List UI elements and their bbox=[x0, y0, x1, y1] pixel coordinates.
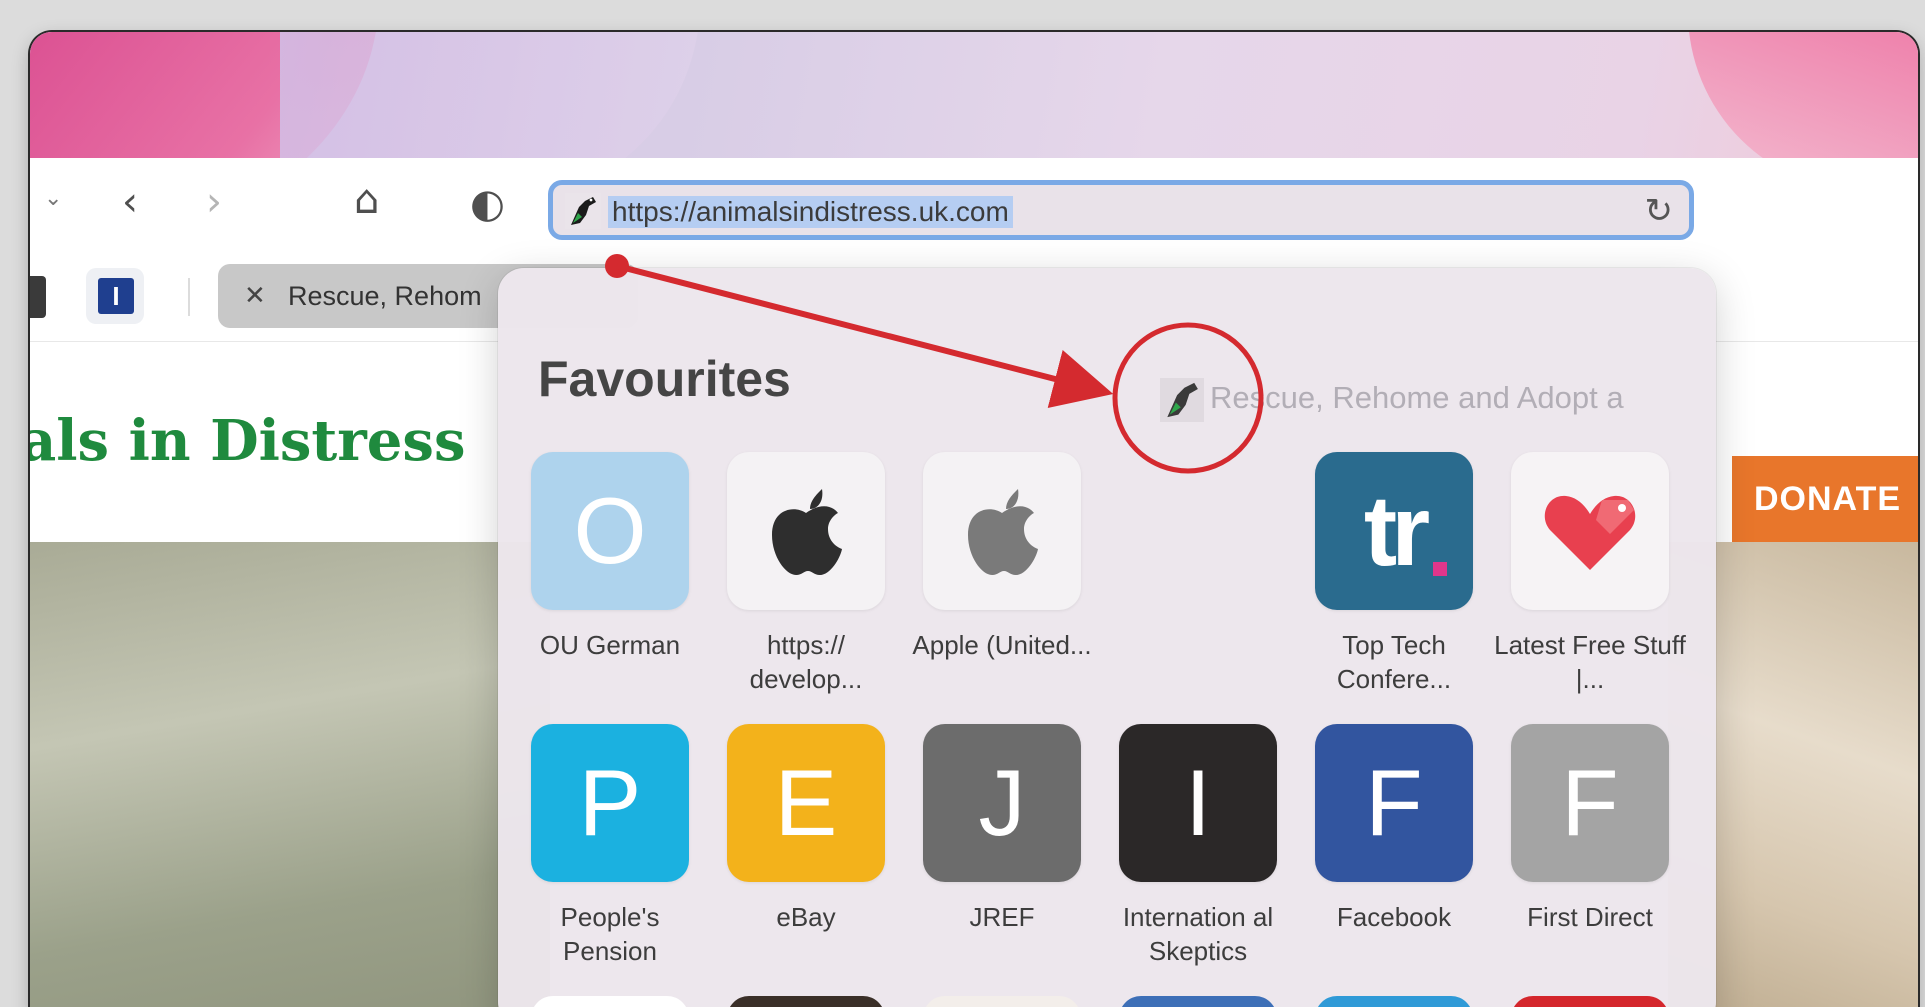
favourite-tile-partial[interactable] bbox=[727, 996, 885, 1007]
favourite-tile-apple-uk[interactable]: Apple (United... bbox=[904, 452, 1100, 662]
favourite-label: Top Tech Confere... bbox=[1336, 630, 1452, 694]
tab-title: Rescue, Rehom bbox=[288, 281, 482, 311]
favourite-label: OU German bbox=[539, 630, 681, 660]
favourite-label: JREF bbox=[969, 902, 1035, 932]
chevron-down-icon[interactable]: ⌄ bbox=[44, 188, 62, 210]
favourite-tile-ebay[interactable]: E eBay bbox=[708, 724, 904, 934]
apple-logo-icon bbox=[923, 452, 1081, 610]
favourite-label: https:// develop... bbox=[749, 630, 863, 694]
reload-icon[interactable]: ↻ bbox=[1645, 191, 1674, 231]
favourite-icon: P bbox=[531, 724, 689, 882]
favourite-tile-ou-german[interactable]: O OU German bbox=[512, 452, 708, 662]
favourite-label: Latest Free Stuff |... bbox=[1494, 630, 1686, 694]
privacy-shield-icon[interactable]: ◐ bbox=[470, 184, 505, 224]
tab-divider bbox=[188, 278, 190, 316]
address-bar[interactable]: https://animalsindistress.uk.com ↻ bbox=[548, 180, 1694, 240]
favourite-label: eBay bbox=[776, 902, 836, 932]
favourite-icon: O bbox=[531, 452, 689, 610]
close-tab-icon[interactable]: ✕ bbox=[244, 280, 266, 311]
site-favicon-icon bbox=[565, 193, 601, 229]
favourite-tile-partial[interactable] bbox=[1511, 996, 1669, 1007]
site-favicon-icon bbox=[1160, 378, 1204, 422]
favourite-label: Facebook bbox=[1336, 902, 1452, 932]
favourite-icon: E bbox=[727, 724, 885, 882]
favourite-tile-partial[interactable] bbox=[1315, 996, 1473, 1007]
pinned-tab[interactable]: I bbox=[86, 268, 144, 324]
favourite-tile-partial[interactable] bbox=[1119, 996, 1277, 1007]
favourite-label: First Direct bbox=[1527, 902, 1653, 932]
favourites-popup: Favourites Rescue, Rehome and Adopt a O … bbox=[498, 268, 1716, 1007]
forward-button[interactable]: › bbox=[206, 182, 222, 222]
apple-logo-icon bbox=[727, 452, 885, 610]
favourite-tile-peoples-pension[interactable]: P People's Pension bbox=[512, 724, 708, 968]
favourite-label: Internation al Skeptics bbox=[1122, 902, 1274, 966]
dragged-favourite[interactable]: Rescue, Rehome and Adopt a bbox=[1160, 378, 1624, 424]
favourite-tile-facebook[interactable]: F Facebook bbox=[1296, 724, 1492, 934]
heart-tag-icon bbox=[1511, 452, 1669, 610]
favourite-label: Apple (United... bbox=[912, 630, 1092, 660]
hero-image-left bbox=[30, 542, 550, 1007]
browser-toolbar: ⌄ ‹ › ⌂ ◐ https://animalsindistress.uk.c… bbox=[30, 158, 1918, 262]
favourite-tile-apple-developer[interactable]: https:// develop... bbox=[708, 452, 904, 696]
pinned-tab-icon: I bbox=[98, 278, 134, 314]
favourite-tile-international-skeptics[interactable]: I Internation al Skeptics bbox=[1100, 724, 1296, 968]
favourite-tile-partial[interactable] bbox=[923, 996, 1081, 1007]
favourite-icon: J bbox=[923, 724, 1081, 882]
donate-button[interactable]: DONATE bbox=[1732, 456, 1918, 544]
favourite-tile-first-direct[interactable]: F First Direct bbox=[1492, 724, 1688, 934]
favourite-tile-partial[interactable] bbox=[531, 996, 689, 1007]
tr-logo-icon: tr bbox=[1315, 452, 1473, 610]
favourite-tile-latest-free-stuff[interactable]: Latest Free Stuff |... bbox=[1492, 452, 1688, 696]
favourite-tile-jref[interactable]: J JREF bbox=[904, 724, 1100, 934]
favourite-icon: I bbox=[1119, 724, 1277, 882]
favourite-icon: F bbox=[1511, 724, 1669, 882]
favourite-icon: F bbox=[1315, 724, 1473, 882]
tab-partial[interactable] bbox=[30, 276, 46, 318]
desktop-wallpaper bbox=[30, 32, 1918, 222]
favourite-label: People's Pension bbox=[560, 902, 660, 966]
site-title[interactable]: als in Distress bbox=[30, 408, 465, 474]
favourites-heading: Favourites bbox=[538, 351, 791, 407]
favourite-tile-top-tech[interactable]: tr Top Tech Confere... bbox=[1296, 452, 1492, 696]
url-text[interactable]: https://animalsindistress.uk.com bbox=[608, 196, 1013, 228]
home-icon[interactable]: ⌂ bbox=[354, 180, 379, 220]
back-button[interactable]: ‹ bbox=[122, 182, 138, 222]
dragged-favourite-label: Rescue, Rehome and Adopt a bbox=[1210, 380, 1624, 416]
